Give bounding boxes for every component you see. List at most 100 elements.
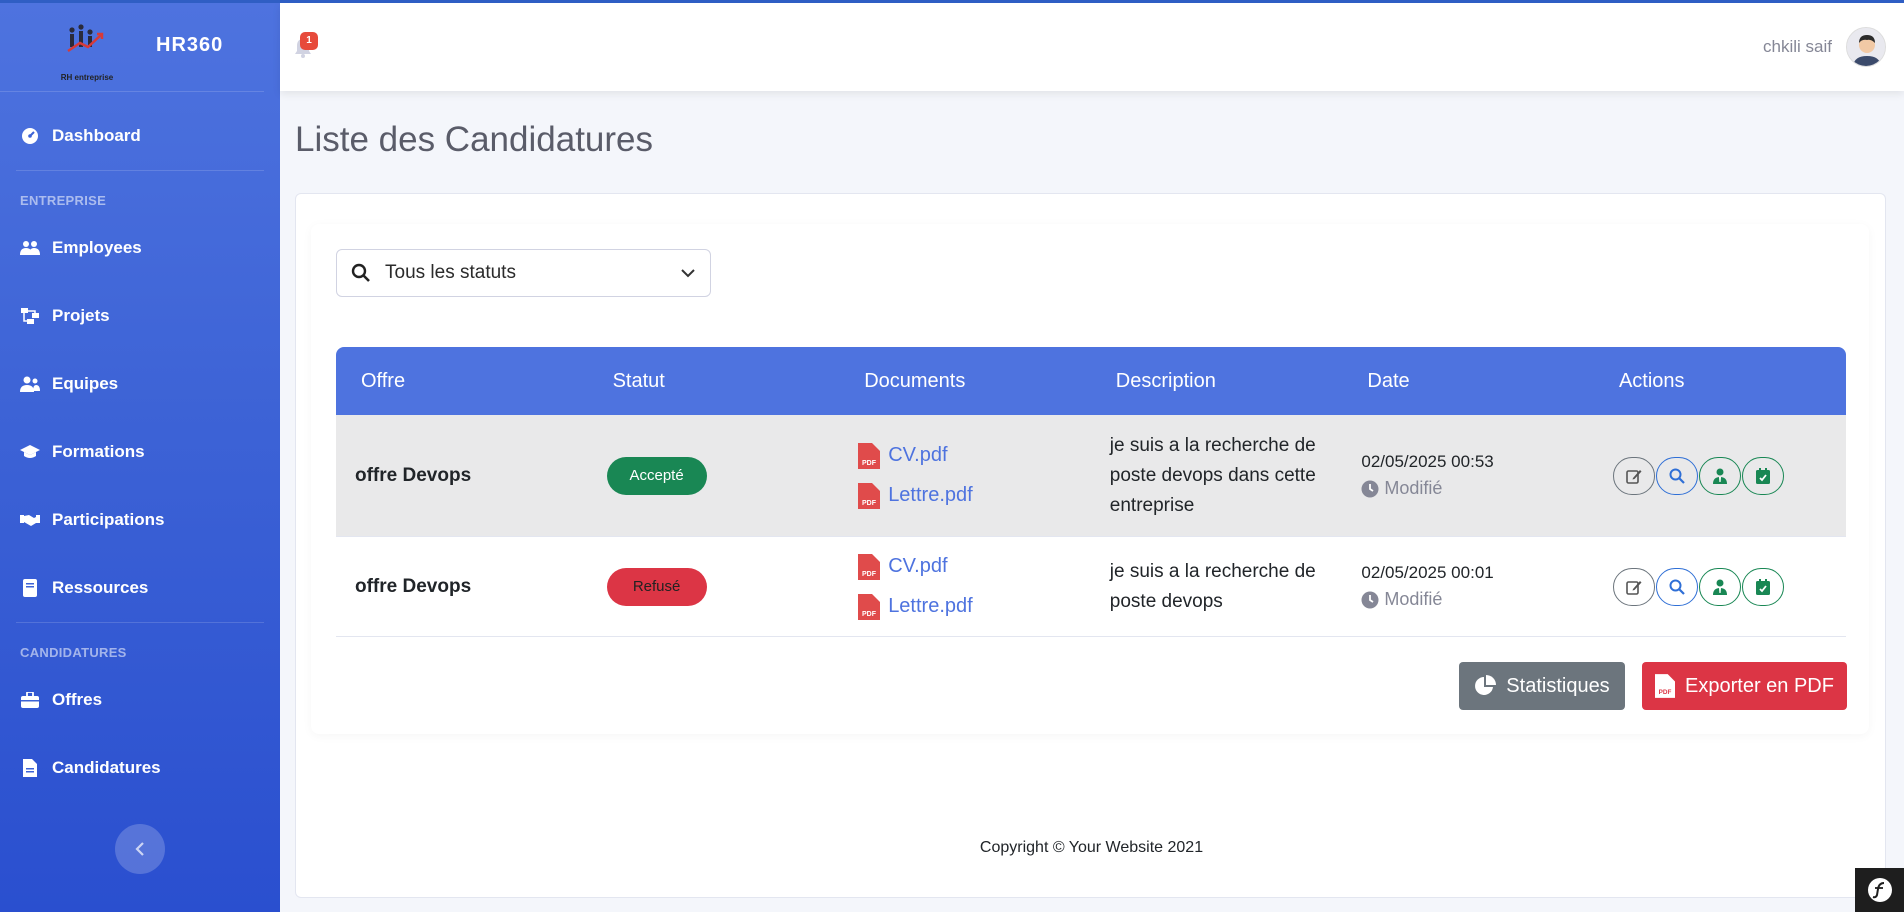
svg-text:PDF: PDF: [862, 460, 877, 467]
sidebar-item-label: Employees: [52, 238, 142, 257]
sidebar-item-projets[interactable]: Projets: [0, 282, 280, 350]
main-card: Tous les statuts Offre Statut Documents …: [295, 193, 1886, 898]
footer-copyright: Copyright © Your Website 2021: [979, 839, 1204, 856]
column-header-statut: Statut: [612, 369, 665, 392]
statistics-button[interactable]: Statistiques: [1459, 662, 1625, 710]
sidebar-item-dashboard[interactable]: Dashboard: [0, 102, 280, 170]
interview-button[interactable]: [1698, 456, 1741, 495]
search-icon: [337, 263, 385, 283]
date-cell: 02/05/2025 00:53 Modifié: [1342, 452, 1594, 499]
sidebar-item-participations[interactable]: Participations: [0, 486, 280, 554]
symfony-toolbar-toggle[interactable]: [1855, 868, 1904, 912]
column-header-date: Date: [1367, 369, 1410, 392]
file-pdf-icon: PDF: [1655, 674, 1676, 698]
sidebar-item-label: Projets: [52, 306, 110, 325]
file-pdf-icon: PDF: [858, 553, 881, 580]
file-pdf-icon: PDF: [858, 593, 881, 620]
view-button[interactable]: [1655, 456, 1698, 495]
sidebar-item-label: Candidatures: [52, 758, 161, 777]
column-header-offre: Offre: [361, 369, 406, 392]
sidebar: RH entreprise HR360 Dashboard ENTREPRISE…: [0, 0, 280, 912]
table-header: Offre Statut Documents Description Date …: [336, 347, 1846, 415]
edit-icon: [1626, 580, 1642, 595]
sidebar-item-label: Formations: [52, 442, 145, 461]
sidebar-item-offres[interactable]: Offres: [0, 666, 280, 734]
chevron-down-icon: [666, 268, 710, 278]
modified-label: Modifié: [1384, 478, 1443, 498]
actions-cell: [1594, 456, 1846, 495]
description-text: je suis a la recherche de poste devops d…: [1109, 434, 1316, 516]
export-pdf-button[interactable]: PDF Exporter en PDF: [1642, 662, 1847, 710]
logo-chart-icon: [67, 23, 104, 52]
sidebar-toggle-button[interactable]: [115, 824, 165, 874]
sidebar-brand[interactable]: RH entreprise HR360: [0, 0, 264, 92]
column-header-description: Description: [1115, 369, 1216, 392]
offre-cell: offre Devops: [355, 464, 472, 486]
calendar-check-icon: [1755, 467, 1770, 484]
cv-link-label: CV.pdf: [888, 444, 948, 466]
statistics-button-label: Statistiques: [1506, 674, 1610, 697]
description-cell: je suis a la recherche de poste devops d…: [1091, 431, 1343, 521]
cv-link[interactable]: PDF CV.pdf: [858, 547, 1091, 587]
pie-chart-icon: [1474, 675, 1497, 697]
view-button[interactable]: [1655, 567, 1698, 606]
sidebar-item-formations[interactable]: Formations: [0, 418, 280, 486]
lettre-link[interactable]: PDF Lettre.pdf: [858, 587, 1091, 627]
svg-text:PDF: PDF: [1659, 689, 1672, 696]
sidebar-item-ressources[interactable]: Ressources: [0, 554, 280, 622]
avatar[interactable]: [1846, 27, 1886, 67]
schedule-button[interactable]: [1741, 567, 1784, 606]
file-icon: [20, 758, 40, 778]
graduation-cap-icon: [20, 442, 40, 462]
clock-icon: [1361, 480, 1379, 497]
sidebar-item-label: Dashboard: [52, 126, 141, 145]
brand-name: HR360: [156, 34, 224, 56]
sidebar-item-equipes[interactable]: Equipes: [0, 350, 280, 418]
description-cell: je suis a la recherche de poste devops: [1091, 557, 1343, 617]
sidebar-item-label: Participations: [52, 510, 165, 529]
column-header-actions: Actions: [1618, 369, 1685, 392]
table-row: offre Devops Accepté PDF CV.pdf PDF Lett…: [336, 415, 1846, 537]
user-avatar-icon: [1847, 28, 1885, 66]
status-filter-select[interactable]: Tous les statuts: [336, 249, 711, 297]
cv-link-label: CV.pdf: [888, 555, 948, 577]
table-row: offre Devops Refusé PDF CV.pdf PDF Lettr…: [336, 537, 1846, 637]
interview-button[interactable]: [1698, 567, 1741, 606]
notification-badge: 1: [300, 32, 318, 50]
schedule-button[interactable]: [1741, 456, 1784, 495]
sidebar-nav: Dashboard ENTREPRISE Employees Projets E…: [0, 92, 280, 802]
edit-button[interactable]: [1612, 567, 1655, 606]
tachometer-icon: [20, 126, 40, 146]
lettre-link[interactable]: PDF Lettre.pdf: [858, 476, 1091, 516]
sidebar-heading-entreprise: ENTREPRISE: [20, 193, 107, 208]
edit-button[interactable]: [1612, 456, 1655, 495]
status-badge: Accepté: [606, 456, 707, 495]
symfony-icon: [1867, 878, 1892, 902]
brand-logo: RH entreprise: [52, 17, 116, 82]
statut-cell: Accepté: [588, 456, 840, 495]
date-cell: 02/05/2025 00:01 Modifié: [1342, 563, 1594, 610]
chevron-left-icon: [135, 842, 144, 856]
date-text: 02/05/2025 00:53: [1361, 452, 1494, 471]
clock-icon: [1361, 591, 1379, 608]
sidebar-heading-candidatures: CANDIDATURES: [20, 645, 127, 660]
sidebar-item-candidatures[interactable]: Candidatures: [0, 734, 280, 802]
cv-link[interactable]: PDF CV.pdf: [858, 436, 1091, 476]
topbar: 1 chkili saif: [280, 3, 1904, 91]
statut-cell: Refusé: [588, 567, 840, 606]
status-badge: Refusé: [606, 567, 707, 606]
actions-cell: [1594, 567, 1846, 606]
search-icon: [1669, 579, 1685, 595]
calendar-check-icon: [1755, 578, 1770, 595]
offre-cell: offre Devops: [355, 575, 472, 597]
documents-cell: PDF CV.pdf PDF Lettre.pdf: [839, 436, 1091, 516]
user-friends-icon: [20, 374, 40, 394]
file-pdf-icon: PDF: [858, 442, 881, 469]
user-name[interactable]: chkili saif: [1763, 37, 1832, 57]
sidebar-item-label: Equipes: [52, 374, 119, 393]
sidebar-item-employees[interactable]: Employees: [0, 214, 280, 282]
lettre-link-label: Lettre.pdf: [888, 484, 973, 506]
sitemap-icon: [20, 306, 40, 326]
modified-label: Modifié: [1384, 589, 1443, 609]
user-tie-icon: [1712, 468, 1727, 484]
